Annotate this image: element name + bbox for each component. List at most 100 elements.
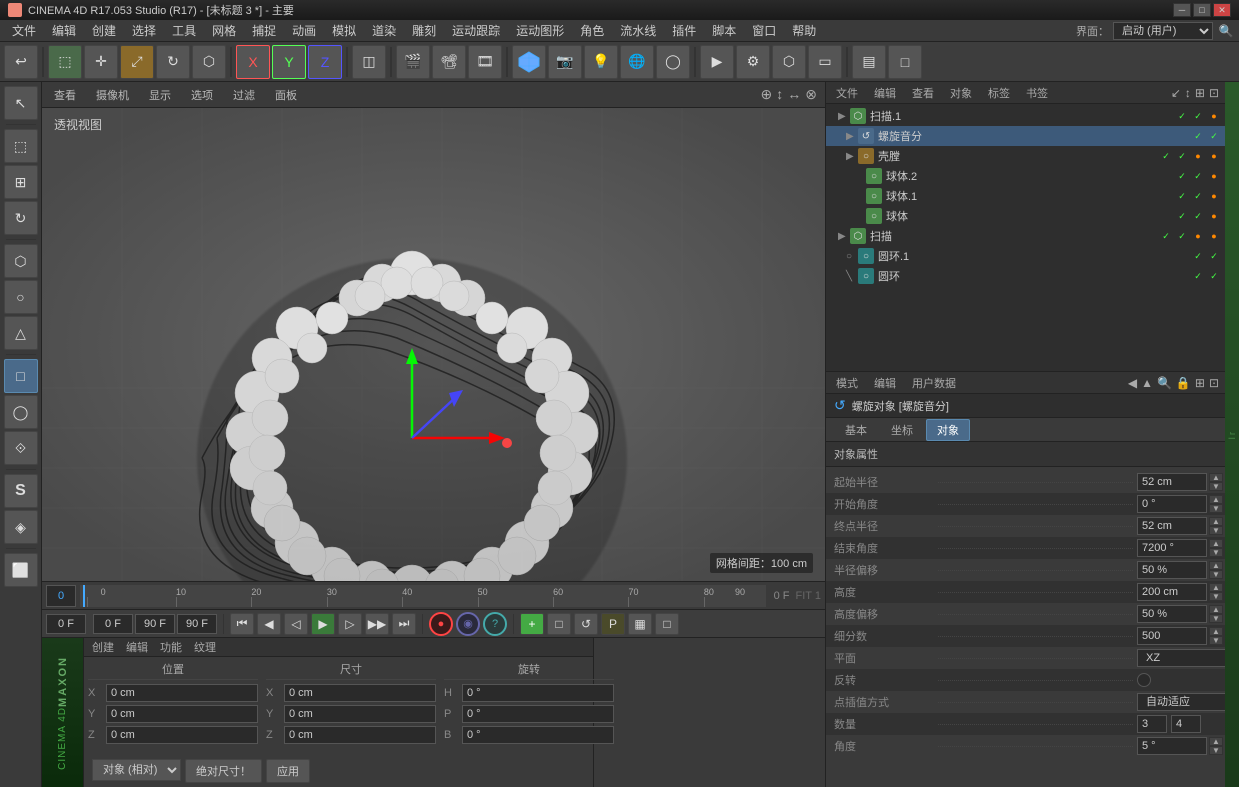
arrow-helix[interactable]: ▶ (846, 131, 858, 142)
spin-down-13[interactable]: ▼ (1209, 746, 1223, 755)
rot-h-input[interactable] (462, 684, 614, 702)
menu-mograph[interactable]: 运动图形 (508, 20, 572, 41)
flag-d4[interactable]: ● (1207, 189, 1221, 203)
props-icon-6[interactable]: ⊡ (1209, 376, 1219, 390)
menu-motion-track[interactable]: 运动跟踪 (444, 20, 508, 41)
flag-d1[interactable]: ● (1191, 149, 1205, 163)
sidebar-scale[interactable]: ⊞ (4, 165, 38, 199)
select-tool[interactable]: ⬚ (48, 45, 82, 79)
vh-camera[interactable]: 摄像机 (92, 85, 133, 105)
obj-row-circle1[interactable]: ○ ○ 圆环.1 ✓ ✓ (826, 246, 1225, 266)
menu-animate[interactable]: 动画 (284, 20, 324, 41)
timeline-button[interactable]: □ (655, 613, 679, 635)
flag-v2[interactable]: ✓ (1175, 169, 1189, 183)
menu-pipeline1[interactable]: 流水线 (612, 20, 664, 41)
input-height-offset[interactable] (1137, 605, 1207, 623)
sidebar-edge[interactable]: ○ (4, 280, 38, 314)
undo-button[interactable]: ↩ (4, 45, 38, 79)
om-tab-edit[interactable]: 编辑 (870, 83, 900, 103)
props-subtab-object[interactable]: 对象 (926, 419, 970, 441)
sidebar-point[interactable]: △ (4, 316, 38, 350)
flag-render-helix[interactable]: ✓ (1207, 129, 1221, 143)
sidebar-tool2[interactable]: ◯ (4, 395, 38, 429)
input-start-radius[interactable] (1137, 473, 1207, 491)
vh-options[interactable]: 选项 (187, 85, 217, 105)
om-tab-bookmark[interactable]: 书签 (1022, 83, 1052, 103)
record-button[interactable]: ● (429, 612, 453, 636)
om-icon-1[interactable]: ↙ (1171, 86, 1181, 100)
spin-down-1[interactable]: ▼ (1209, 482, 1223, 491)
select-plane[interactable]: XZ XY YZ (1137, 649, 1225, 667)
rot-p-input[interactable] (462, 705, 614, 723)
menu-simulate[interactable]: 模拟 (324, 20, 364, 41)
viewport-icon-4[interactable]: ⊗ (805, 86, 817, 103)
size-y-input[interactable] (284, 705, 436, 723)
flag-r1[interactable]: ✓ (1175, 149, 1189, 163)
flag-d6[interactable]: ● (1191, 229, 1205, 243)
flag-dot[interactable]: ● (1207, 109, 1221, 123)
move-tool[interactable]: ✛ (84, 45, 118, 79)
spin-up-3[interactable]: ▲ (1209, 517, 1223, 526)
axis-z[interactable]: Z (308, 45, 342, 79)
axis-x[interactable]: X (236, 45, 270, 79)
start-frame-input[interactable] (93, 614, 133, 634)
close-button[interactable]: ✕ (1213, 3, 1231, 17)
obj-row-sphere1[interactable]: ○ 球体.1 ✓ ✓ ● (826, 186, 1225, 206)
props-icon-1[interactable]: ◀ (1128, 376, 1137, 390)
step-frame-input[interactable] (177, 614, 217, 634)
menu-edit[interactable]: 编辑 (44, 20, 84, 41)
transform-tool[interactable]: ⬡ (192, 45, 226, 79)
menu-script[interactable]: 脚本 (704, 20, 744, 41)
minimize-button[interactable]: ─ (1173, 3, 1191, 17)
obj-row-helix[interactable]: ▶ ↺ 螺旋音分 ✓ ✓ (826, 126, 1225, 146)
obj-row-sphere2[interactable]: ○ 球体.2 ✓ ✓ ● (826, 166, 1225, 186)
input-subdivisions[interactable] (1137, 627, 1207, 645)
om-tab-object[interactable]: 对象 (946, 83, 976, 103)
sidebar-polygon[interactable]: ⬡ (4, 244, 38, 278)
obj-row-shell[interactable]: ▶ ○ 壳膛 ✓ ✓ ● ● (826, 146, 1225, 166)
viewport-icon-1[interactable]: ⊕ (761, 86, 773, 103)
render-view[interactable]: □ (888, 45, 922, 79)
render-btn[interactable]: ▶ (700, 45, 734, 79)
viewport[interactable]: 透视视图 (42, 108, 825, 581)
next-key-button[interactable]: ▷ (338, 613, 362, 635)
flag-v7[interactable]: ✓ (1191, 269, 1205, 283)
om-icon-4[interactable]: ⊡ (1209, 86, 1219, 100)
om-tab-tag[interactable]: 标签 (984, 83, 1014, 103)
obj-row-scan[interactable]: ▶ ⬡ 扫描 ✓ ✓ ● ● (826, 226, 1225, 246)
view-cube[interactable] (512, 45, 546, 79)
sidebar-tool3[interactable]: ⟐ (4, 431, 38, 465)
interface-dropdown[interactable]: 启动 (用户) (1113, 22, 1213, 40)
flag-d5[interactable]: ● (1207, 209, 1221, 223)
props-tab-mode[interactable]: 模式 (832, 373, 862, 393)
pos-x-input[interactable] (106, 684, 258, 702)
dope-sheet-button[interactable]: ▦ (628, 613, 652, 635)
input-radius-offset[interactable] (1137, 561, 1207, 579)
coord-mode-select[interactable]: 对象 (相对) (92, 759, 181, 781)
flag-v5[interactable]: ✓ (1159, 229, 1173, 243)
spin-up-8[interactable]: ▲ (1209, 627, 1223, 636)
obj-row-circle[interactable]: ╲ ○ 圆环 ✓ ✓ (826, 266, 1225, 286)
menu-create[interactable]: 创建 (84, 20, 124, 41)
timeline-ruler[interactable]: 0 10 20 30 40 50 60 70 80 (80, 585, 766, 607)
tab-create[interactable]: 创建 (92, 639, 114, 655)
om-tab-view[interactable]: 查看 (908, 83, 938, 103)
rot-b-input[interactable] (462, 726, 614, 744)
arrow-shell[interactable]: ▶ (846, 151, 858, 162)
prev-key-button[interactable]: ◁ (284, 613, 308, 635)
camera-btn[interactable]: 📷 (548, 45, 582, 79)
play-button[interactable]: ▶ (311, 613, 335, 635)
vh-panel[interactable]: 面板 (271, 85, 301, 105)
spin-up-4[interactable]: ▲ (1209, 539, 1223, 548)
obj-row-scan1[interactable]: ▶ ⬡ 扫描.1 ✓ ✓ ● (826, 106, 1225, 126)
frame-start-input[interactable]: 0 (46, 585, 76, 607)
flag-vis-helix[interactable]: ✓ (1191, 129, 1205, 143)
anim-btn2[interactable]: 📽 (432, 45, 466, 79)
props-icon-4[interactable]: 🔒 (1176, 376, 1191, 390)
go-start-button[interactable]: ⏮ (230, 613, 254, 635)
menu-character[interactable]: 角色 (572, 20, 612, 41)
prev-frame-button[interactable]: ◀ (257, 613, 281, 635)
help-button[interactable]: ? (483, 612, 507, 636)
size-x-input[interactable] (284, 684, 436, 702)
om-icon-2[interactable]: ↕ (1185, 86, 1191, 100)
